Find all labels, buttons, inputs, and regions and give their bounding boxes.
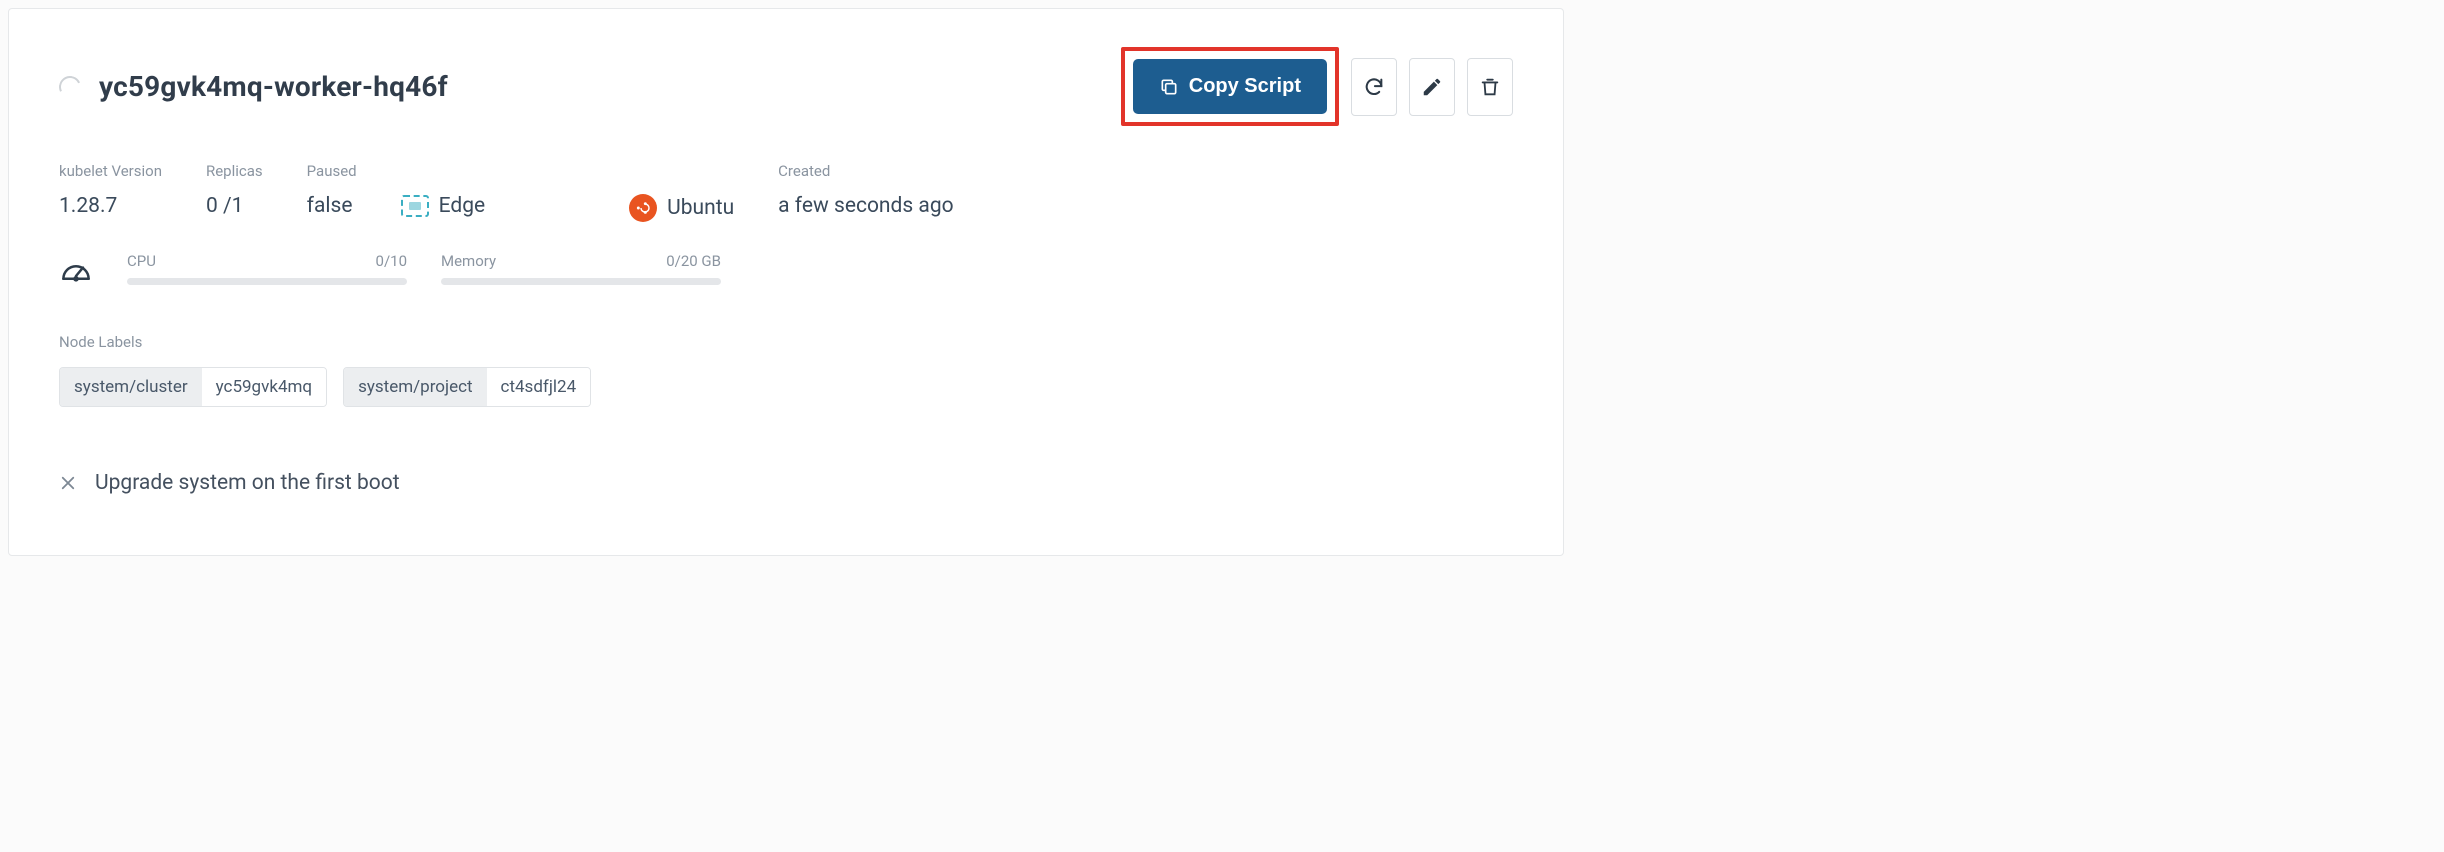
node-labels-section: Node Labels system/cluster yc59gvk4mq sy… (59, 333, 1513, 407)
resources-row: CPU 0/10 Memory 0/20 GB (59, 252, 1513, 285)
node-labels-heading: Node Labels (59, 333, 1513, 351)
delete-button[interactable] (1467, 58, 1513, 116)
header-row: yc59gvk4mq-worker-hq46f Copy Script (59, 47, 1513, 126)
cpu-label: CPU (127, 252, 156, 270)
stat-os: Ubuntu (629, 194, 734, 222)
title-wrap: yc59gvk4mq-worker-hq46f (59, 70, 448, 103)
copy-script-button[interactable]: Copy Script (1133, 59, 1327, 114)
edge-label: Edge (439, 194, 486, 218)
created-label: Created (778, 162, 953, 180)
boot-option-text: Upgrade system on the first boot (95, 471, 400, 495)
stats-row: kubelet Version 1.28.7 Replicas 0 /1 Pau… (59, 162, 1513, 222)
copy-icon (1159, 77, 1179, 97)
label-value: ct4sdfjl24 (487, 368, 591, 406)
edge-chip-icon (401, 195, 429, 217)
header-actions: Copy Script (1121, 47, 1513, 126)
label-key: system/cluster (60, 368, 202, 406)
boot-option-row: Upgrade system on the first boot (59, 471, 1513, 495)
refresh-button[interactable] (1351, 58, 1397, 116)
cpu-bar (127, 278, 407, 285)
label-value: yc59gvk4mq (202, 368, 326, 406)
stat-kubelet: kubelet Version 1.28.7 (59, 162, 162, 218)
os-label: Ubuntu (667, 196, 734, 220)
pencil-icon (1421, 76, 1443, 98)
created-value: a few seconds ago (778, 194, 953, 218)
replicas-value: 0 /1 (206, 194, 263, 218)
kubelet-version-value: 1.28.7 (59, 194, 162, 218)
x-icon (59, 474, 77, 492)
copy-script-label: Copy Script (1189, 75, 1301, 98)
node-detail-card: yc59gvk4mq-worker-hq46f Copy Script (8, 8, 1564, 556)
node-title: yc59gvk4mq-worker-hq46f (99, 70, 448, 103)
label-pill: system/project ct4sdfjl24 (343, 367, 591, 407)
label-key: system/project (344, 368, 486, 406)
stat-edge: Edge (401, 194, 486, 218)
stat-paused: Paused false (307, 162, 357, 218)
memory-bar (441, 278, 721, 285)
label-pill: system/cluster yc59gvk4mq (59, 367, 327, 407)
paused-label: Paused (307, 162, 357, 180)
edit-button[interactable] (1409, 58, 1455, 116)
replicas-label: Replicas (206, 162, 263, 180)
stat-created: Created a few seconds ago (778, 162, 953, 218)
ubuntu-icon (629, 194, 657, 222)
gauge-icon (59, 255, 93, 283)
memory-value: 0/20 GB (666, 252, 721, 270)
paused-value: false (307, 194, 357, 218)
loading-spinner-icon (56, 72, 84, 100)
copy-script-highlight: Copy Script (1121, 47, 1339, 126)
kubelet-version-label: kubelet Version (59, 162, 162, 180)
stat-replicas: Replicas 0 /1 (206, 162, 263, 218)
node-labels-row: system/cluster yc59gvk4mq system/project… (59, 367, 1513, 407)
resource-memory: Memory 0/20 GB (441, 252, 721, 285)
memory-label: Memory (441, 252, 496, 270)
cpu-value: 0/10 (376, 252, 407, 270)
resource-cpu: CPU 0/10 (127, 252, 407, 285)
refresh-icon (1363, 76, 1385, 98)
trash-icon (1479, 76, 1501, 98)
